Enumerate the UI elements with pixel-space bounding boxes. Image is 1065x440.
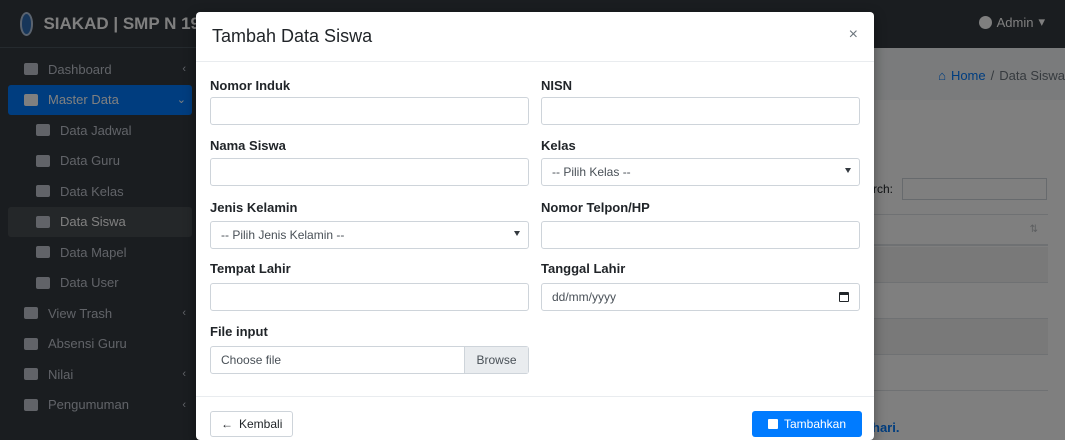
nomor-induk-label: Nomor Induk xyxy=(210,78,291,93)
date-placeholder: dd/mm/yyyy xyxy=(552,290,617,304)
jenis-kelamin-selected-value: -- Pilih Jenis Kelamin -- xyxy=(221,228,345,242)
telpon-label: Nomor Telpon/HP xyxy=(541,200,650,215)
back-button-label: Kembali xyxy=(239,417,283,431)
add-student-modal: Tambah Data Siswa × Nomor Induk NISN Nam… xyxy=(196,12,874,440)
tanggal-lahir-input[interactable]: dd/mm/yyyy xyxy=(541,283,860,311)
kelas-selected-value: -- Pilih Kelas -- xyxy=(552,165,631,179)
arrow-left-icon: ← xyxy=(221,417,233,431)
tempat-lahir-label: Tempat Lahir xyxy=(210,261,291,276)
calendar-icon[interactable] xyxy=(839,292,849,302)
file-placeholder: Choose file xyxy=(221,353,282,367)
close-icon[interactable]: × xyxy=(849,26,858,44)
nisn-label: NISN xyxy=(541,78,573,93)
jenis-kelamin-label: Jenis Kelamin xyxy=(210,200,298,215)
browse-button[interactable]: Browse xyxy=(464,347,528,373)
save-icon xyxy=(767,419,778,429)
file-input[interactable]: Choose file Browse xyxy=(210,346,529,374)
modal-title: Tambah Data Siswa xyxy=(212,26,373,46)
tempat-lahir-input[interactable] xyxy=(210,283,529,311)
modal-header: Tambah Data Siswa × xyxy=(196,12,874,62)
nama-siswa-label: Nama Siswa xyxy=(210,138,286,153)
nama-siswa-input[interactable] xyxy=(210,158,529,186)
submit-button[interactable]: Tambahkan xyxy=(752,411,862,437)
kelas-label: Kelas xyxy=(541,138,576,153)
caret-down-icon xyxy=(845,168,851,173)
modal-footer: ← Kembali Tambahkan xyxy=(196,396,874,440)
submit-button-label: Tambahkan xyxy=(783,417,847,431)
telpon-input[interactable] xyxy=(541,221,860,249)
jenis-kelamin-select[interactable]: -- Pilih Jenis Kelamin -- xyxy=(210,221,529,249)
tanggal-lahir-label: Tanggal Lahir xyxy=(541,261,626,276)
nisn-input[interactable] xyxy=(541,97,860,125)
caret-down-icon xyxy=(514,231,520,236)
nomor-induk-input[interactable] xyxy=(210,97,529,125)
back-button[interactable]: ← Kembali xyxy=(210,411,294,437)
kelas-select[interactable]: -- Pilih Kelas -- xyxy=(541,158,860,186)
file-input-label: File input xyxy=(210,324,268,339)
